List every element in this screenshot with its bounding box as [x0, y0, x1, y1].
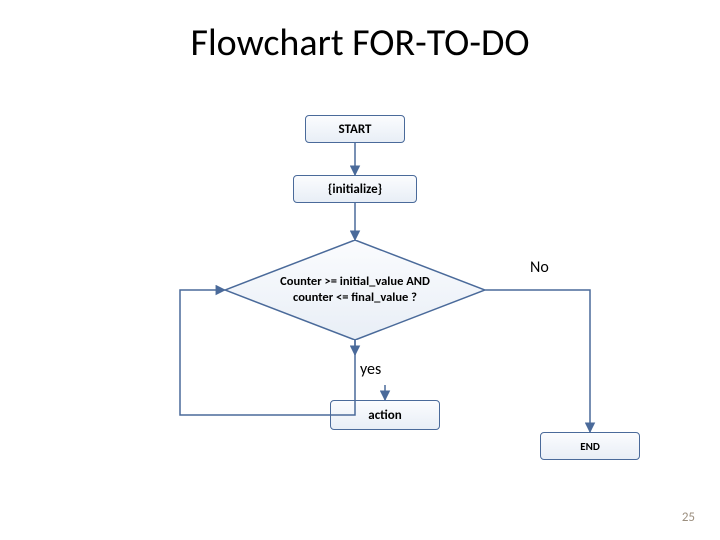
flow-arrows	[0, 0, 720, 540]
slide-number: 25	[682, 510, 695, 525]
